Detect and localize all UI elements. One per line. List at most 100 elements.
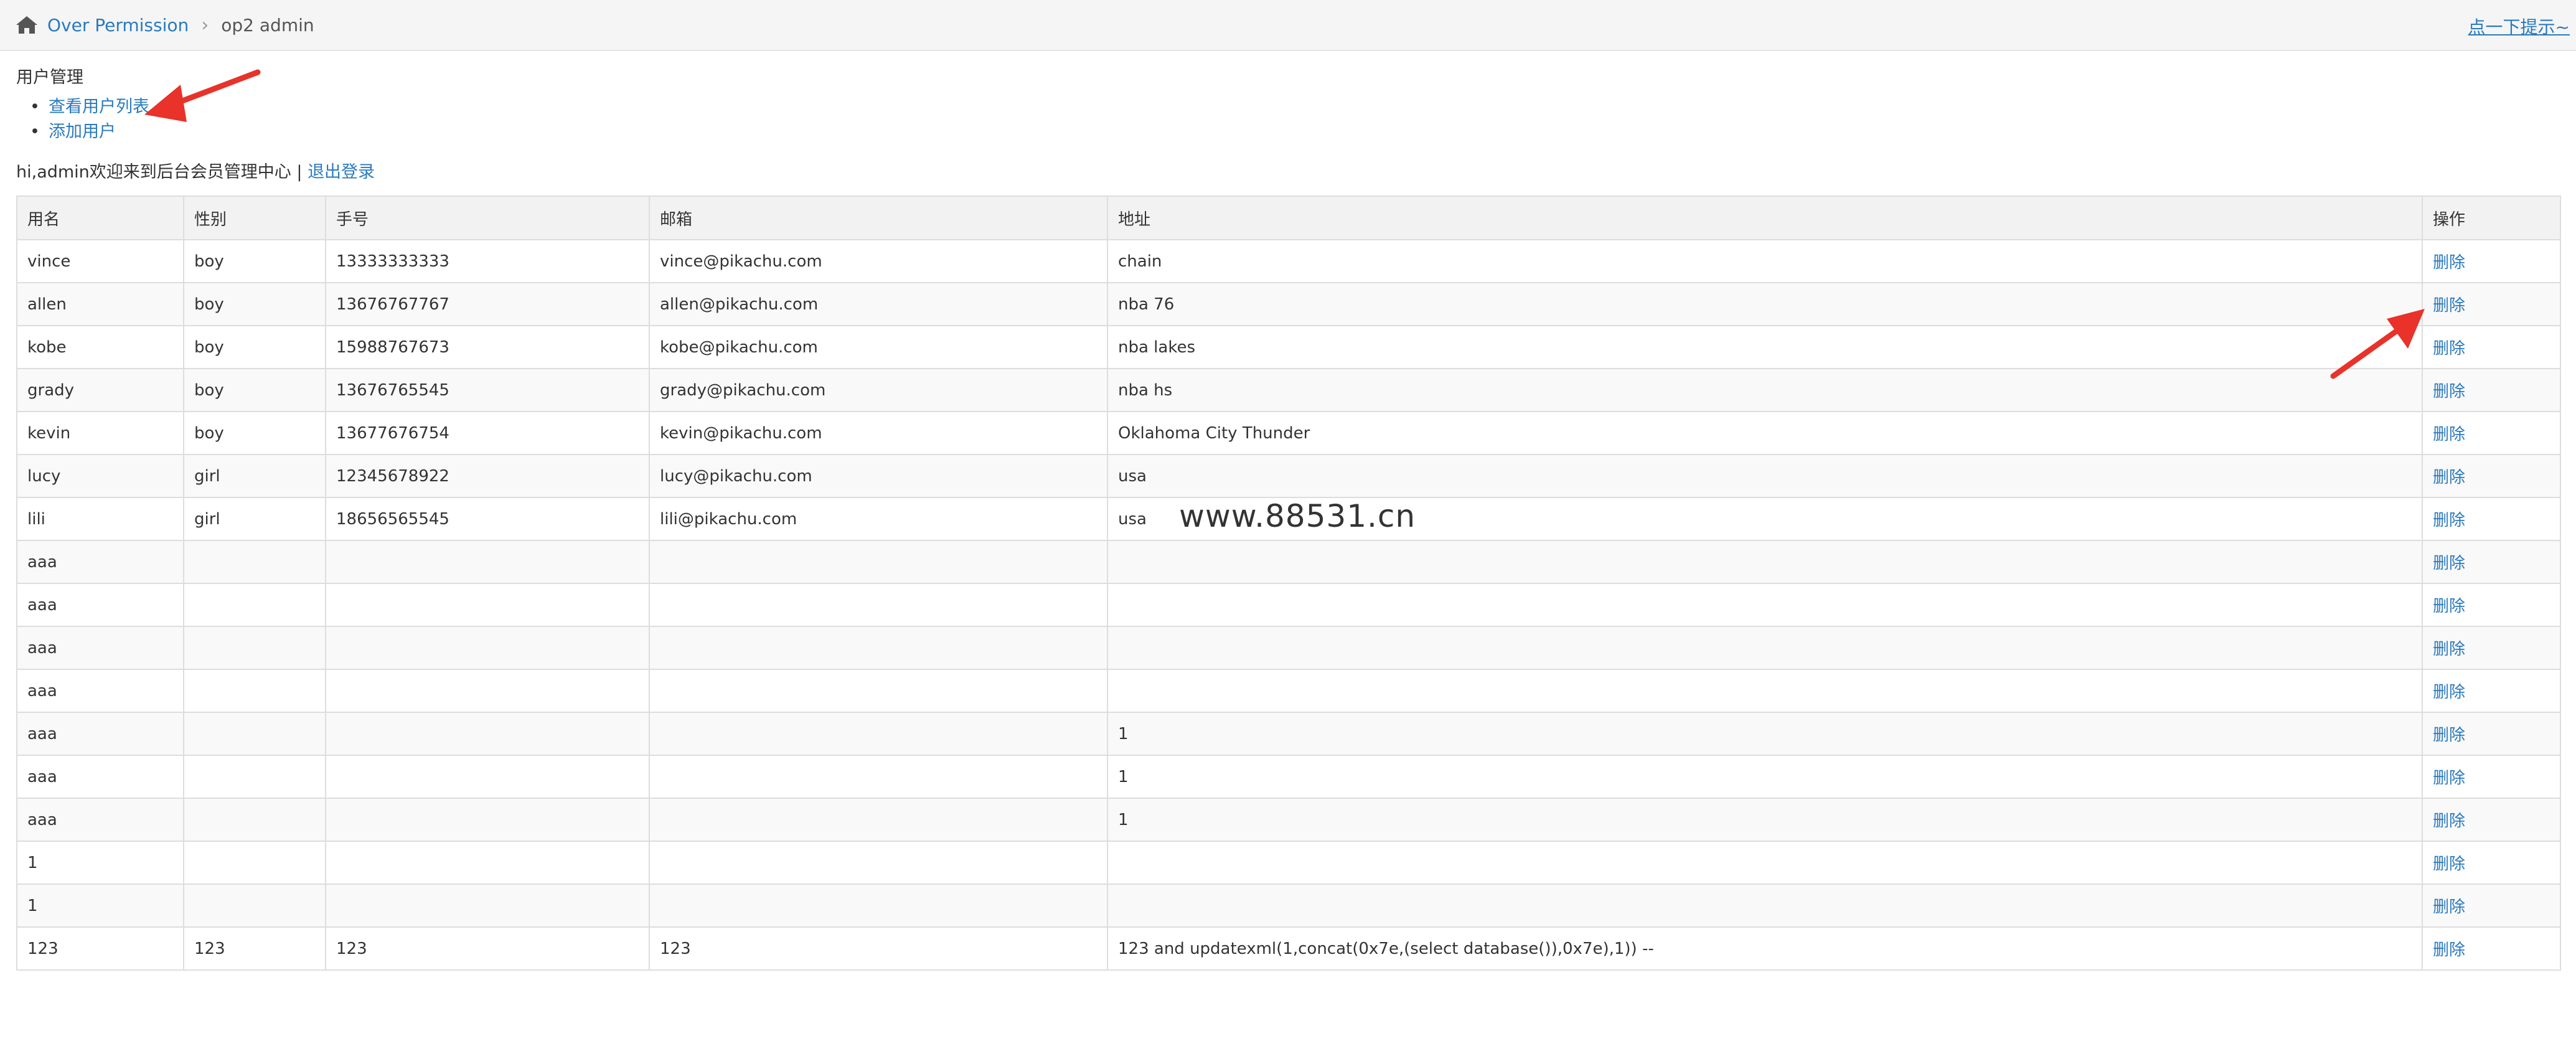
- cell-phone: [325, 669, 650, 713]
- cell-address: nba 76: [1107, 282, 2423, 326]
- user-menu: 查看用户列表 添加用户: [30, 95, 149, 144]
- breadcrumb-current: op2 admin: [221, 14, 314, 35]
- home-icon[interactable]: [15, 14, 39, 35]
- cell-action: 删除: [2422, 497, 2561, 541]
- table-row: aaa 删除: [16, 626, 2561, 670]
- welcome-text: hi,admin欢迎来到后台会员管理中心 |: [16, 163, 308, 182]
- cell-username: lili: [16, 497, 184, 541]
- delete-link[interactable]: 删除: [2433, 683, 2465, 702]
- user-table-body: vince boy 13333333333 vince@pikachu.com chai…: [16, 239, 2561, 971]
- table-row: 1 删除: [16, 841, 2561, 885]
- cell-phone: [325, 798, 650, 842]
- cell-address: [1107, 841, 2423, 885]
- cell-action: 删除: [2422, 626, 2561, 670]
- delete-link[interactable]: 删除: [2433, 898, 2465, 916]
- delete-link[interactable]: 删除: [2433, 769, 2465, 788]
- cell-email: [649, 841, 1108, 885]
- cell-gender: [183, 755, 326, 799]
- table-row: 1 删除: [16, 883, 2561, 928]
- arrow-to-user-list-icon: [144, 69, 261, 122]
- cell-gender: girl: [183, 497, 326, 541]
- table-row: aaa 删除: [16, 540, 2561, 584]
- breadcrumb-over-permission-link[interactable]: Over Permission: [47, 15, 189, 35]
- cell-address: 1: [1107, 712, 2423, 756]
- cell-username: lucy: [16, 454, 184, 498]
- table-row: aaa 删除: [16, 583, 2561, 627]
- cell-address: 1: [1107, 798, 2423, 842]
- cell-username: kobe: [16, 325, 184, 369]
- delete-link[interactable]: 删除: [2433, 640, 2465, 659]
- delete-link[interactable]: 删除: [2433, 855, 2465, 874]
- delete-link[interactable]: 删除: [2433, 253, 2465, 272]
- column-header-gender: 性别: [183, 196, 326, 240]
- cell-username: aaa: [16, 755, 184, 799]
- cell-email: [649, 540, 1108, 584]
- cell-email: [649, 626, 1108, 670]
- cell-address: 1: [1107, 755, 2423, 799]
- cell-gender: 123: [183, 926, 326, 971]
- delete-link[interactable]: 删除: [2433, 941, 2465, 959]
- delete-link[interactable]: 删除: [2433, 511, 2465, 530]
- cell-gender: boy: [183, 325, 326, 369]
- cell-phone: [325, 841, 650, 885]
- cell-phone: 13333333333: [325, 239, 650, 283]
- delete-link[interactable]: 删除: [2433, 339, 2465, 358]
- table-row: vince boy 13333333333 vince@pikachu.com chai…: [16, 239, 2561, 283]
- cell-email: [649, 583, 1108, 627]
- delete-link[interactable]: 删除: [2433, 597, 2465, 616]
- hint-link[interactable]: 点一下提示~: [2468, 14, 2570, 39]
- cell-username: vince: [16, 239, 184, 283]
- cell-email: [649, 669, 1108, 713]
- cell-gender: boy: [183, 239, 326, 283]
- cell-email: grady@pikachu.com: [649, 368, 1108, 412]
- delete-link[interactable]: 删除: [2433, 382, 2465, 401]
- cell-gender: [183, 583, 326, 627]
- column-header-username: 用名: [16, 196, 184, 240]
- cell-action: 删除: [2422, 926, 2561, 971]
- cell-gender: [183, 883, 326, 928]
- cell-address: [1107, 583, 2423, 627]
- cell-email: vince@pikachu.com: [649, 239, 1108, 283]
- cell-gender: [183, 712, 326, 756]
- cell-username: aaa: [16, 798, 184, 842]
- cell-phone: 12345678922: [325, 454, 650, 498]
- cell-gender: [183, 626, 326, 670]
- cell-gender: [183, 669, 326, 713]
- cell-username: aaa: [16, 669, 184, 713]
- table-row: grady boy 13676765545 grady@pikachu.com nba …: [16, 368, 2561, 412]
- column-header-action: 操作: [2422, 196, 2561, 240]
- cell-address: 123 and updatexml(1,concat(0x7e,(select …: [1107, 926, 2423, 971]
- cell-phone: [325, 626, 650, 670]
- column-header-address: 地址: [1107, 196, 2423, 240]
- top-navbar: Over Permission › op2 admin 点一下提示~: [0, 0, 2576, 51]
- delete-link[interactable]: 删除: [2433, 812, 2465, 831]
- view-user-list-link[interactable]: 查看用户列表: [49, 97, 149, 116]
- breadcrumb-separator-icon: ›: [201, 14, 209, 36]
- cell-username: 1: [16, 883, 184, 928]
- delete-link[interactable]: 删除: [2433, 425, 2465, 444]
- delete-link[interactable]: 删除: [2433, 554, 2465, 573]
- add-user-link[interactable]: 添加用户: [49, 122, 116, 141]
- column-header-email: 邮箱: [649, 196, 1108, 240]
- cell-phone: [325, 540, 650, 584]
- cell-email: 123: [649, 926, 1108, 971]
- logout-link[interactable]: 退出登录: [308, 163, 375, 182]
- delete-link[interactable]: 删除: [2433, 726, 2465, 745]
- cell-username: aaa: [16, 712, 184, 756]
- delete-link[interactable]: 删除: [2433, 468, 2465, 487]
- cell-username: aaa: [16, 626, 184, 670]
- cell-address: [1107, 669, 2423, 713]
- table-row: lucy girl 12345678922 lucy@pikachu.com usa 删除: [16, 454, 2561, 498]
- cell-action: 删除: [2422, 282, 2561, 326]
- cell-gender: [183, 841, 326, 885]
- user-table: 用名 性别 手号 邮箱 地址 操作 vince boy 13333333333 vin…: [16, 196, 2561, 971]
- cell-gender: boy: [183, 411, 326, 455]
- cell-phone: 15988767673: [325, 325, 650, 369]
- table-row: 123 123 123 123 123 and updatexml(1,concat(0…: [16, 926, 2561, 971]
- cell-action: 删除: [2422, 669, 2561, 713]
- cell-phone: 13676765545: [325, 368, 650, 412]
- delete-link[interactable]: 删除: [2433, 296, 2465, 315]
- cell-username: aaa: [16, 583, 184, 627]
- cell-address: nba hs: [1107, 368, 2423, 412]
- cell-address: chain: [1107, 239, 2423, 283]
